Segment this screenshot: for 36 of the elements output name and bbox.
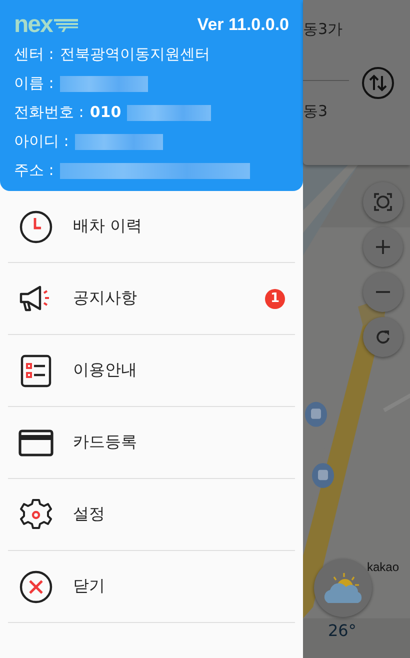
menu-label: 배차 이력 bbox=[73, 216, 144, 237]
logo-text: nex bbox=[14, 14, 52, 36]
refresh-icon bbox=[375, 329, 391, 345]
menu-item[interactable]: 카드등록 bbox=[8, 407, 295, 479]
menu-item[interactable]: 설정 bbox=[8, 479, 295, 551]
close-icon bbox=[18, 568, 54, 604]
menu-label: 닫기 bbox=[73, 576, 106, 597]
notification-badge: 1 bbox=[265, 288, 285, 308]
menu-label: 공지사항 bbox=[73, 288, 138, 309]
temperature-text: 26° bbox=[328, 621, 356, 640]
swap-icon[interactable] bbox=[361, 66, 395, 100]
field-label: 전화번호 : bbox=[14, 102, 84, 123]
minus-icon bbox=[375, 290, 391, 294]
menu-label: 카드등록 bbox=[73, 432, 138, 453]
clock-icon bbox=[18, 208, 54, 244]
field-label: 주소 : bbox=[14, 160, 54, 181]
fit-view-icon bbox=[374, 193, 392, 211]
field-label: 이름 : bbox=[14, 73, 54, 94]
field-label: 아이디 : bbox=[14, 131, 69, 152]
destination-text: 동3 bbox=[303, 102, 328, 121]
menu-item[interactable]: 닫기 bbox=[8, 551, 295, 623]
field-label: 센터 : bbox=[14, 44, 54, 65]
menu-label: 이용안내 bbox=[73, 360, 138, 381]
menu-label: 설정 bbox=[73, 504, 106, 525]
field-value: 전북광역이동지원센터 bbox=[60, 44, 210, 65]
plus-icon bbox=[375, 239, 391, 255]
stripes-icon bbox=[54, 18, 78, 32]
field-value: 010 bbox=[90, 102, 122, 123]
menu-item[interactable]: 배차 이력 bbox=[8, 191, 295, 263]
origin-text: 동3가 bbox=[303, 20, 343, 39]
menu-item[interactable]: 공지사항 1 bbox=[8, 263, 295, 335]
checklist-icon bbox=[18, 352, 54, 388]
sun-cloud-icon bbox=[322, 571, 364, 605]
menu-item[interactable]: 이용안내 bbox=[8, 335, 295, 407]
version-label: Ver 11.0.0.0 bbox=[197, 15, 289, 35]
map-attribution: kakao bbox=[367, 560, 400, 574]
